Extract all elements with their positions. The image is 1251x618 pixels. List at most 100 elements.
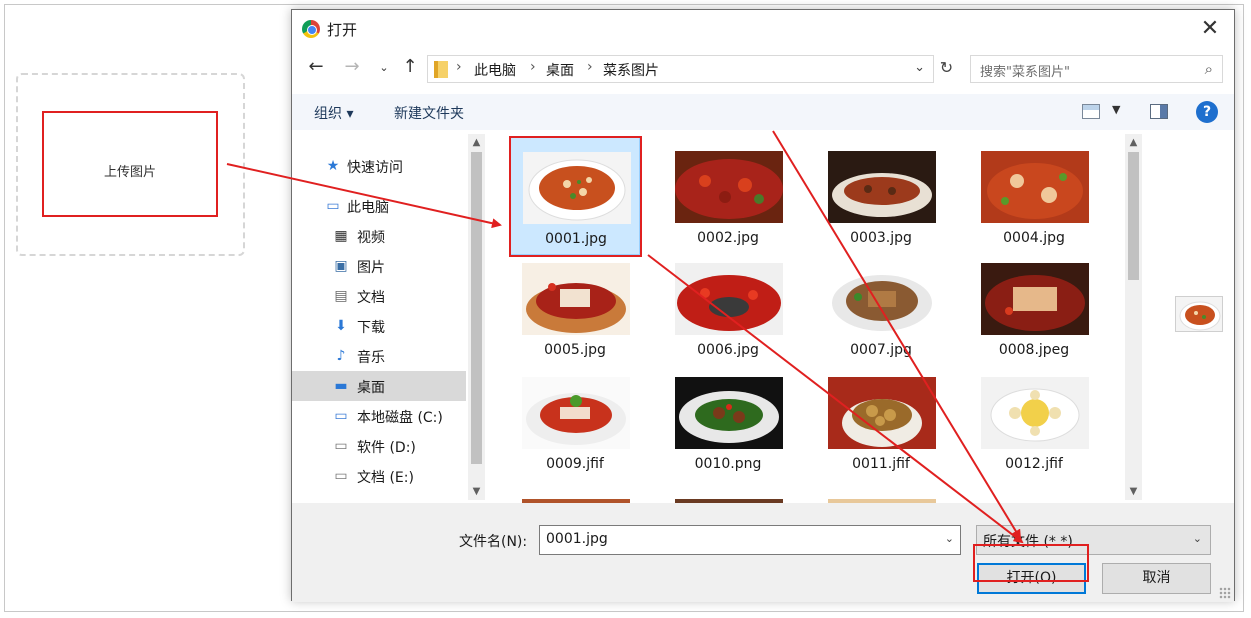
filename-input[interactable]: 0001.jpg ⌄ bbox=[539, 525, 961, 555]
file-tile[interactable]: 0005.jpg bbox=[510, 249, 640, 367]
address-bar[interactable]: › 此电脑 › 桌面 › 菜系图片 ⌄ bbox=[427, 55, 958, 83]
sidebar-item-downloads[interactable]: ⬇ 下载 bbox=[292, 311, 466, 341]
navigation-bar: ← → ⌄ ↑ › 此电脑 › 桌面 › 菜系图片 ⌄ ↻ 搜索"菜系图片" ⌕ bbox=[292, 52, 1234, 86]
filename-label: 文件名(N): bbox=[459, 534, 528, 550]
new-folder-button[interactable]: 新建文件夹 bbox=[394, 103, 464, 123]
file-tile[interactable]: 0003.jpg bbox=[816, 137, 946, 255]
food-thumbnail bbox=[828, 151, 936, 223]
breadcrumb-folder[interactable]: 菜系图片 bbox=[603, 60, 659, 80]
drive-icon: ▭ bbox=[334, 468, 348, 484]
file-tile[interactable]: 0011.jfif bbox=[816, 363, 946, 481]
dialog-footer: 文件名(N): 0001.jpg ⌄ 所有文件 (*.*) ⌄ 打开(O) 取消 bbox=[292, 503, 1234, 602]
search-icon[interactable]: ⌕ bbox=[1205, 60, 1213, 78]
sidebar-item-drive-c[interactable]: ▭ 本地磁盘 (C:) bbox=[292, 401, 466, 431]
scrollbar-thumb[interactable] bbox=[471, 152, 482, 464]
forward-arrow-icon[interactable]: → bbox=[340, 56, 364, 77]
file-name: 0003.jpg bbox=[850, 230, 912, 246]
sidebar-item-drive-d[interactable]: ▭ 软件 (D:) bbox=[292, 431, 466, 461]
preview-pane-image bbox=[1175, 296, 1223, 332]
file-tile[interactable]: 0004.jpg bbox=[969, 137, 1099, 255]
file-list-scrollbar[interactable]: ▲ ▼ bbox=[1125, 134, 1142, 500]
sidebar-item-label: 文档 bbox=[357, 290, 385, 306]
file-tile[interactable]: 0012.jfif bbox=[969, 363, 1099, 481]
recent-locations-chevron-icon[interactable]: ⌄ bbox=[372, 61, 396, 74]
file-name: 0008.jpeg bbox=[998, 342, 1070, 358]
food-thumbnail bbox=[828, 263, 936, 335]
cancel-button[interactable]: 取消 bbox=[1102, 563, 1211, 594]
file-name: 0007.jpg bbox=[850, 342, 912, 358]
chevron-right-icon[interactable]: › bbox=[587, 59, 593, 75]
refresh-icon[interactable]: ↻ bbox=[933, 55, 959, 83]
sidebar-item-label: 下载 bbox=[357, 320, 385, 336]
file-tile[interactable]: 0002.jpg bbox=[663, 137, 793, 255]
food-thumbnail bbox=[981, 377, 1089, 449]
scroll-down-icon[interactable]: ▼ bbox=[1125, 483, 1142, 500]
file-tile[interactable]: 0006.jpg bbox=[663, 249, 793, 367]
chevron-down-icon[interactable]: ⌄ bbox=[1193, 532, 1202, 545]
dialog-title: 打开 bbox=[327, 21, 358, 39]
sidebar-item-label: 图片 bbox=[357, 260, 385, 276]
file-tile[interactable]: 0010.png bbox=[663, 363, 793, 481]
up-arrow-icon[interactable]: ↑ bbox=[398, 56, 422, 77]
organize-menu[interactable]: 组织 ▾ bbox=[314, 103, 353, 123]
file-name: 0012.jfif bbox=[1005, 456, 1063, 472]
sidebar-item-videos[interactable]: ▦ 视频 bbox=[292, 221, 466, 251]
scrollbar-thumb[interactable] bbox=[1128, 152, 1139, 280]
pictures-icon: ▣ bbox=[334, 258, 348, 274]
title-bar: 打开 ✕ bbox=[292, 10, 1234, 48]
upload-label[interactable]: 上传图片 bbox=[42, 161, 218, 180]
sidebar-item-desktop[interactable]: ▬ 桌面 bbox=[292, 371, 466, 401]
chevron-down-icon[interactable]: ⌄ bbox=[945, 532, 954, 545]
close-icon[interactable]: ✕ bbox=[1196, 15, 1224, 43]
sidebar-item-label: 视频 bbox=[357, 230, 385, 246]
file-name: 0004.jpg bbox=[1003, 230, 1065, 246]
sidebar-item-label: 文档 (E:) bbox=[357, 470, 414, 486]
food-thumbnail bbox=[981, 151, 1089, 223]
music-icon: ♪ bbox=[336, 348, 346, 364]
file-tile[interactable]: 0007.jpg bbox=[816, 249, 946, 367]
filename-value: 0001.jpg bbox=[546, 531, 608, 547]
search-input[interactable]: 搜索"菜系图片" ⌕ bbox=[970, 55, 1223, 83]
sidebar-item-quick-access[interactable]: ★ 快速访问 bbox=[292, 151, 466, 181]
file-tile[interactable]: 0009.jfif bbox=[510, 363, 640, 481]
chevron-right-icon[interactable]: › bbox=[530, 59, 536, 75]
chevron-down-icon[interactable]: ⌄ bbox=[914, 60, 925, 75]
documents-icon: ▤ bbox=[334, 288, 348, 304]
search-placeholder: 搜索"菜系图片" bbox=[980, 65, 1070, 80]
breadcrumb-desktop[interactable]: 桌面 bbox=[546, 60, 574, 80]
drive-icon: ▭ bbox=[334, 408, 348, 424]
sidebar-item-pictures[interactable]: ▣ 图片 bbox=[292, 251, 466, 281]
command-toolbar: 组织 ▾ 新建文件夹 ▼ ? bbox=[292, 94, 1234, 130]
sidebar-item-documents[interactable]: ▤ 文档 bbox=[292, 281, 466, 311]
download-icon: ⬇ bbox=[335, 318, 347, 334]
sidebar-item-label: 本地磁盘 (C:) bbox=[357, 410, 443, 426]
back-arrow-icon[interactable]: ← bbox=[304, 56, 328, 77]
food-thumbnail bbox=[675, 263, 783, 335]
help-icon[interactable]: ? bbox=[1196, 101, 1218, 123]
star-icon: ★ bbox=[326, 158, 340, 174]
file-tile[interactable]: 0008.jpeg bbox=[969, 249, 1099, 367]
resize-grip-icon[interactable] bbox=[1219, 587, 1231, 599]
chrome-icon bbox=[302, 20, 320, 38]
sidebar-item-music[interactable]: ♪ 音乐 bbox=[292, 341, 466, 371]
chevron-right-icon[interactable]: › bbox=[456, 59, 462, 75]
drive-icon: ▭ bbox=[334, 438, 348, 454]
scroll-up-icon[interactable]: ▲ bbox=[1125, 134, 1142, 151]
scroll-down-icon[interactable]: ▼ bbox=[468, 483, 485, 500]
video-icon: ▦ bbox=[334, 228, 348, 244]
folder-icon bbox=[434, 61, 448, 78]
food-thumbnail bbox=[981, 263, 1089, 335]
scroll-up-icon[interactable]: ▲ bbox=[468, 134, 485, 151]
navigation-pane: ★ 快速访问 ▭ 此电脑 ▦ 视频 ▣ 图片 ▤ 文档 ⬇ 下载 ♪ 音乐 ▬ bbox=[292, 131, 487, 503]
food-thumbnail bbox=[522, 263, 630, 335]
sidebar-item-label: 音乐 bbox=[357, 350, 385, 366]
navigation-scrollbar[interactable]: ▲ ▼ bbox=[468, 134, 485, 500]
sidebar-item-drive-e[interactable]: ▭ 文档 (E:) bbox=[292, 461, 466, 491]
breadcrumb-this-pc[interactable]: 此电脑 bbox=[474, 60, 516, 80]
view-options-chevron-icon[interactable]: ▼ bbox=[1112, 103, 1120, 116]
change-view-icon[interactable] bbox=[1082, 104, 1100, 119]
computer-icon: ▭ bbox=[326, 198, 340, 214]
sidebar-item-this-pc[interactable]: ▭ 此电脑 bbox=[292, 191, 466, 221]
food-thumbnail bbox=[675, 377, 783, 449]
preview-pane-icon[interactable] bbox=[1150, 104, 1168, 119]
